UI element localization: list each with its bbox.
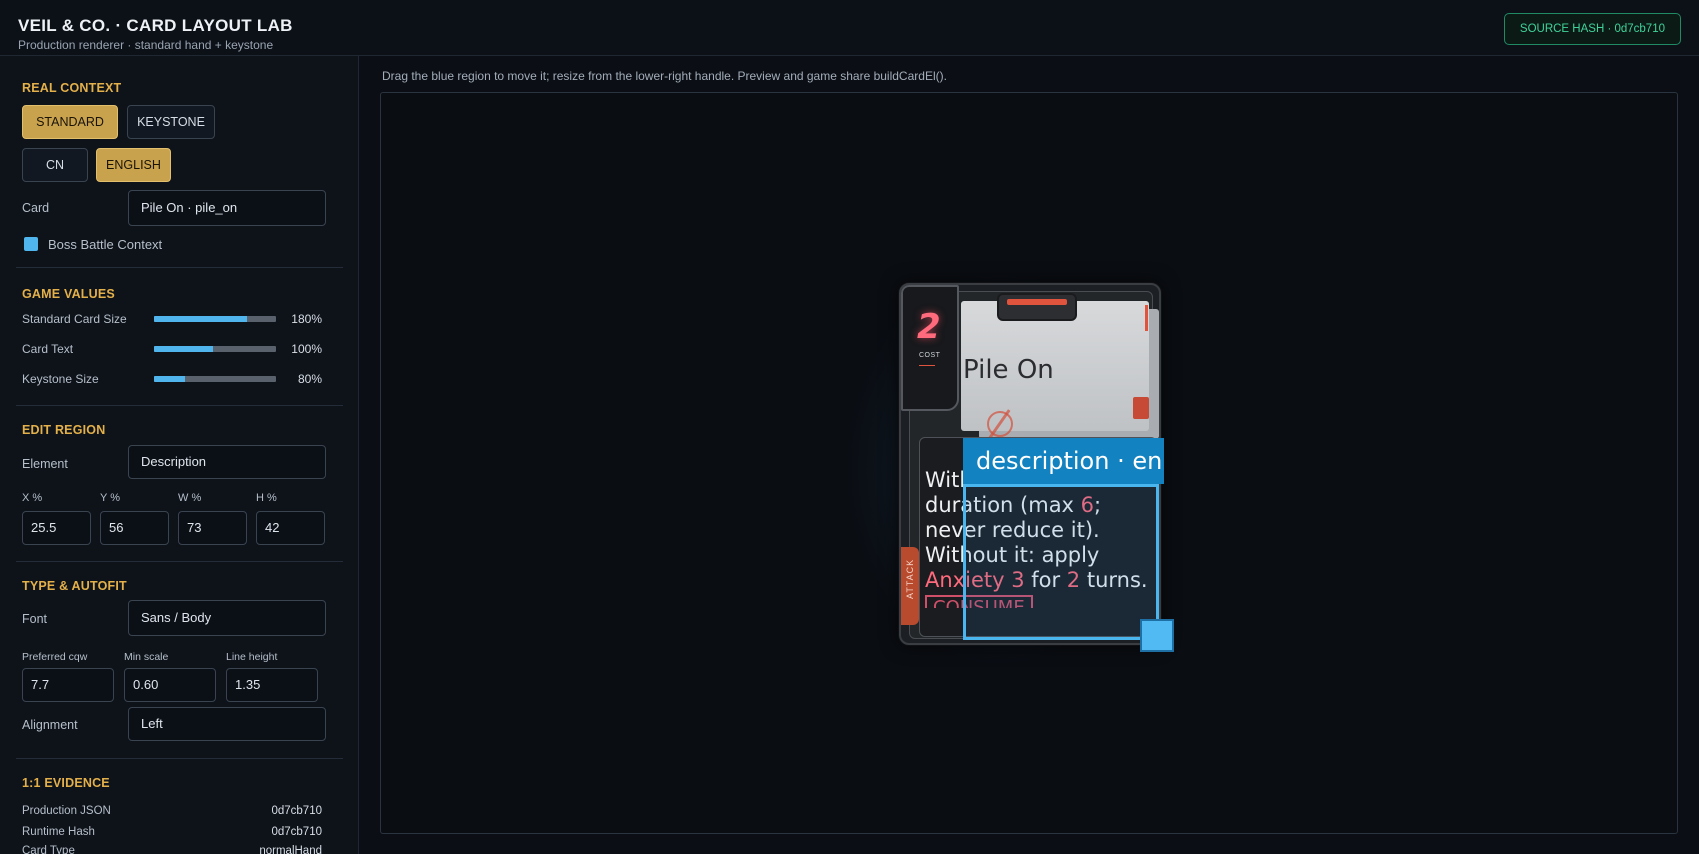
preferred-cqw-label: Preferred cqw xyxy=(22,651,88,663)
standard-card-size-value: 180% xyxy=(291,312,322,326)
cost-label: COST xyxy=(919,352,941,359)
y-input[interactable]: 56 xyxy=(100,511,169,545)
runtime-hash-value: 0d7cb710 xyxy=(271,826,322,838)
section-divider xyxy=(16,561,343,562)
sidebar: REAL CONTEXT STANDARD KEYSTONE CN ENGLIS… xyxy=(0,56,359,854)
standard-card-size-slider[interactable] xyxy=(154,316,276,322)
edit-region-title: EDIT REGION xyxy=(22,423,106,437)
slider-fill xyxy=(154,316,247,322)
game-values-title: GAME VALUES xyxy=(22,287,115,301)
keystone-size-slider[interactable] xyxy=(154,376,276,382)
evidence-title: 1:1 EVIDENCE xyxy=(22,776,110,790)
card-field-label: Card xyxy=(22,201,50,215)
w-input[interactable]: 73 xyxy=(178,511,247,545)
font-label: Font xyxy=(22,612,48,626)
app-header: VEIL & CO. · CARD LAYOUT LAB Production … xyxy=(0,0,1699,56)
x-input[interactable]: 25.5 xyxy=(22,511,91,545)
card-name: Pile On xyxy=(963,355,1054,385)
line-height-label: Line height xyxy=(226,651,278,663)
element-select[interactable]: Description xyxy=(128,445,326,479)
h-input[interactable]: 42 xyxy=(256,511,325,545)
section-divider xyxy=(16,267,343,268)
section-divider xyxy=(16,758,343,759)
card-type-attack: ATTACK xyxy=(905,559,915,599)
type-autofit-title: TYPE & AUTOFIT xyxy=(22,579,127,593)
lang-english-button[interactable]: ENGLISH xyxy=(96,148,171,182)
font-select[interactable]: Sans / Body xyxy=(128,600,326,636)
cost-line xyxy=(919,365,935,366)
y-label: Y % xyxy=(100,492,120,504)
runtime-hash-label: Runtime Hash xyxy=(22,826,95,838)
keystone-size-label: Keystone Size xyxy=(22,372,99,386)
selection-region[interactable] xyxy=(963,484,1159,640)
boss-battle-checkbox[interactable] xyxy=(24,237,38,251)
resize-handle[interactable] xyxy=(1140,619,1174,652)
clipboard-clip xyxy=(997,293,1077,321)
app-subtitle: Production renderer · standard hand + ke… xyxy=(18,38,274,52)
lang-cn-button[interactable]: CN xyxy=(22,148,88,182)
preferred-cqw-input[interactable]: 7.7 xyxy=(22,668,114,702)
slider-fill xyxy=(154,376,185,382)
element-label: Element xyxy=(22,457,68,471)
card-text-slider[interactable] xyxy=(154,346,276,352)
real-context-title: REAL CONTEXT xyxy=(22,81,122,95)
min-scale-input[interactable]: 0.60 xyxy=(124,668,216,702)
min-scale-label: Min scale xyxy=(124,651,169,663)
boss-battle-label[interactable]: Boss Battle Context xyxy=(48,237,162,252)
cost-box: 2 COST xyxy=(901,285,959,411)
slider-fill xyxy=(154,346,213,352)
red-tab xyxy=(1133,397,1149,419)
card-type-label: Card Type xyxy=(22,845,75,854)
source-hash-badge[interactable]: SOURCE HASH · 0d7cb710 xyxy=(1503,13,1681,45)
card-text-label: Card Text xyxy=(22,342,74,356)
red-strip xyxy=(1145,305,1148,331)
h-label: H % xyxy=(256,492,277,504)
production-json-value: 0d7cb710 xyxy=(271,805,322,817)
card-type-value: normalHand xyxy=(259,845,322,854)
line-height-input[interactable]: 1.35 xyxy=(226,668,318,702)
card-select[interactable]: Pile On · pile_on xyxy=(128,190,326,226)
standard-card-size-label: Standard Card Size xyxy=(22,312,127,326)
selection-tag[interactable]: description · en xyxy=(963,438,1164,484)
card-text-value: 100% xyxy=(291,342,322,356)
cost-value: 2 xyxy=(917,307,941,347)
clip-accent xyxy=(1007,299,1067,305)
keystone-mode-button[interactable]: KEYSTONE xyxy=(127,105,215,139)
x-label: X % xyxy=(22,492,43,504)
alignment-label: Alignment xyxy=(22,718,78,732)
alignment-select[interactable]: Left xyxy=(128,707,326,741)
section-divider xyxy=(16,405,343,406)
w-label: W % xyxy=(178,492,202,504)
instruction-hint: Drag the blue region to move it; resize … xyxy=(382,69,947,83)
standard-mode-button[interactable]: STANDARD xyxy=(22,105,118,139)
keystone-size-value: 80% xyxy=(297,372,322,386)
app-title: VEIL & CO. · CARD LAYOUT LAB xyxy=(18,16,293,35)
production-json-label: Production JSON xyxy=(22,805,111,817)
